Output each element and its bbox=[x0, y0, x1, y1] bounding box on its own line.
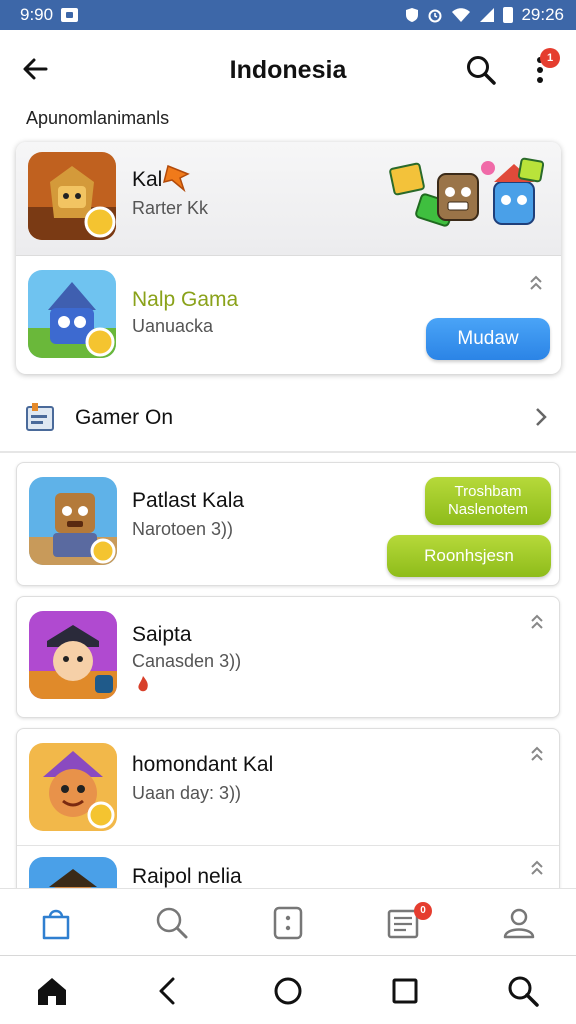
list-item[interactable]: homondant Kal Uaan day: 3)) Raipol nelia bbox=[16, 728, 560, 898]
star-sticker-icon bbox=[162, 164, 190, 193]
app-icon-nalp-gama[interactable] bbox=[28, 270, 116, 358]
action-button[interactable]: Troshbam Naslenotem bbox=[425, 477, 551, 525]
back-arrow-icon[interactable] bbox=[20, 52, 54, 86]
app-subtitle: Rarter Kk bbox=[132, 198, 209, 218]
recents-icon[interactable] bbox=[387, 973, 423, 1009]
expand-chevron-icon[interactable] bbox=[527, 859, 547, 881]
back-icon[interactable] bbox=[150, 973, 186, 1009]
home-icon[interactable] bbox=[34, 973, 70, 1009]
app-name: Nalp Gama bbox=[132, 288, 239, 311]
dice-icon[interactable] bbox=[268, 903, 308, 943]
app-name: Raipol nelia bbox=[132, 865, 242, 888]
profile-icon[interactable] bbox=[499, 903, 539, 943]
app-subtitle: Canasden 3)) bbox=[132, 651, 242, 671]
category-icon bbox=[26, 403, 54, 431]
install-button[interactable]: Mudaw bbox=[426, 318, 550, 360]
app-bar: Indonesia bbox=[0, 30, 576, 108]
chevron-right-icon bbox=[536, 408, 547, 426]
system-navigation-bar bbox=[0, 955, 576, 1024]
section-label: Apunomlanimanls bbox=[26, 108, 170, 128]
search-icon[interactable] bbox=[505, 973, 541, 1009]
row-divider bbox=[17, 845, 559, 846]
wifi-icon bbox=[452, 8, 471, 22]
featured-card[interactable]: Kal Rarter Kk Nalp Gama Uanuacka Mudaw bbox=[16, 142, 561, 374]
expand-chevron-icon[interactable] bbox=[527, 745, 547, 767]
category-label: Gamer On bbox=[75, 406, 174, 429]
status-time-right: 29:26 bbox=[521, 5, 564, 24]
list-item[interactable]: Patlast Kala Narotoen 3)) Troshbam Nasle… bbox=[16, 462, 560, 586]
app-subtitle: Uaan day: 3)) bbox=[132, 783, 242, 803]
circle-home-icon[interactable] bbox=[270, 973, 306, 1009]
app-name: homondant Kal bbox=[132, 753, 274, 776]
app-icon-patlast-kala[interactable] bbox=[29, 477, 117, 565]
screenshot-icon bbox=[61, 8, 79, 22]
search-icon[interactable] bbox=[152, 903, 192, 943]
status-bar: 9:90 29:26 bbox=[0, 0, 576, 30]
app-icon-saipta[interactable] bbox=[29, 611, 117, 699]
app-name: Patlast Kala bbox=[132, 489, 245, 512]
app-icon-homondant-kal[interactable] bbox=[29, 743, 117, 831]
nav-badge: 0 bbox=[414, 902, 432, 920]
battery-icon bbox=[503, 7, 514, 23]
status-time: 9:90 bbox=[20, 5, 54, 24]
app-icon-kal[interactable] bbox=[28, 152, 116, 240]
alarm-icon bbox=[428, 9, 442, 23]
app-subtitle: Narotoen 3)) bbox=[132, 519, 234, 539]
app-subtitle: Uanuacka bbox=[132, 316, 214, 336]
game-characters-illustration bbox=[389, 157, 545, 227]
app-name: Saipta bbox=[132, 623, 192, 646]
action-button[interactable]: Roonhsjesn bbox=[387, 535, 551, 577]
expand-chevron-icon[interactable] bbox=[526, 274, 546, 296]
shield-icon bbox=[406, 8, 419, 22]
list-item[interactable]: Saipta Canasden 3)) bbox=[16, 596, 560, 718]
bag-icon[interactable] bbox=[36, 903, 76, 943]
category-row[interactable]: Gamer On bbox=[0, 390, 576, 446]
app-name: Kal bbox=[132, 168, 163, 191]
expand-chevron-icon[interactable] bbox=[527, 613, 547, 635]
signal-icon bbox=[480, 8, 495, 22]
notification-badge: 1 bbox=[540, 48, 560, 68]
divider bbox=[0, 451, 576, 453]
flame-icon bbox=[138, 676, 148, 692]
bottom-navigation bbox=[0, 888, 576, 954]
search-icon[interactable] bbox=[463, 52, 499, 88]
